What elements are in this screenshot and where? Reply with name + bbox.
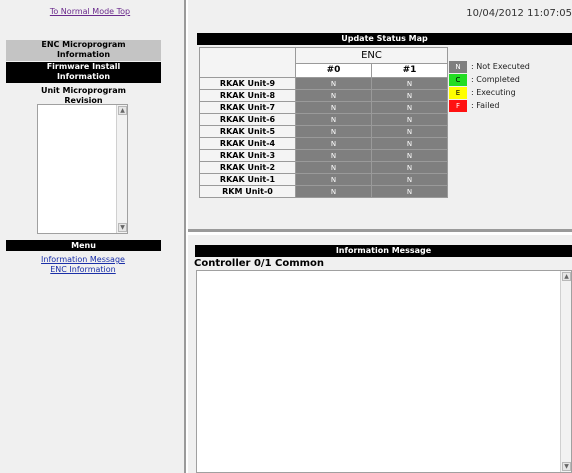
row-label: RKAK Unit-3 xyxy=(199,149,296,162)
information-message-textarea[interactable]: ▲ ▼ xyxy=(196,270,572,473)
legend-item-failed: F : Failed xyxy=(449,100,530,112)
enc-group-header: ENC xyxy=(295,47,448,64)
status-cell[interactable]: N xyxy=(371,77,448,90)
normal-mode-top-link[interactable]: To Normal Mode Top xyxy=(0,7,180,16)
information-message-title: Information Message xyxy=(195,245,572,257)
legend-item-completed: C : Completed xyxy=(449,74,530,86)
row-label: RKAK Unit-8 xyxy=(199,89,296,102)
enc-microprogram-info-button[interactable]: ENC Microprogram Information xyxy=(6,40,161,61)
status-cell[interactable]: N xyxy=(371,137,448,150)
row-label: RKM Unit-0 xyxy=(199,185,296,198)
table-row: RKAK Unit-5 N N xyxy=(199,125,448,138)
table-row: RKAK Unit-6 N N xyxy=(199,113,448,126)
legend-item-executing: E : Executing xyxy=(449,87,530,99)
legend-swatch: N xyxy=(449,61,467,73)
table-row: RKAK Unit-3 N N xyxy=(199,149,448,162)
row-label: RKAK Unit-5 xyxy=(199,125,296,138)
revision-scrollbar[interactable]: ▲ ▼ xyxy=(116,105,127,233)
update-status-table: ENC #0 #1 RKAK Unit-9 N N RKAK Unit-8 N … xyxy=(199,47,448,198)
table-corner xyxy=(199,47,296,78)
legend-item-not-executed: N : Not Executed xyxy=(449,61,530,73)
status-cell[interactable]: N xyxy=(371,149,448,162)
row-label: RKAK Unit-2 xyxy=(199,161,296,174)
enc-micro-label-2: Information xyxy=(56,50,111,59)
scroll-down-icon[interactable]: ▼ xyxy=(562,462,571,471)
table-row: RKM Unit-0 N N xyxy=(199,185,448,198)
legend-label: : Failed xyxy=(471,101,500,110)
legend-label: : Executing xyxy=(471,88,516,97)
menu-heading: Menu xyxy=(6,240,161,251)
controller-label: Controller 0/1 Common xyxy=(194,258,325,269)
status-cell[interactable]: N xyxy=(295,173,372,186)
menu-item-enc-information[interactable]: ENC Information xyxy=(0,265,166,274)
legend-swatch: E xyxy=(449,87,467,99)
legend-label: : Not Executed xyxy=(471,62,530,71)
status-cell[interactable]: N xyxy=(295,161,372,174)
table-row: RKAK Unit-7 N N xyxy=(199,101,448,114)
scroll-down-icon[interactable]: ▼ xyxy=(118,223,127,232)
status-legend: N : Not Executed C : Completed E : Executin… xyxy=(449,61,530,113)
status-cell[interactable]: N xyxy=(295,185,372,198)
firmware-install-info-button[interactable]: Firmware Install Information xyxy=(6,62,161,83)
row-label: RKAK Unit-4 xyxy=(199,137,296,150)
status-cell[interactable]: N xyxy=(295,113,372,126)
timestamp: 10/04/2012 11:07:05 xyxy=(466,8,572,19)
status-cell[interactable]: N xyxy=(371,161,448,174)
unit-micro-label-1: Unit Microprogram xyxy=(40,86,126,95)
scroll-up-icon[interactable]: ▲ xyxy=(118,106,127,115)
table-row: RKAK Unit-9 N N xyxy=(199,77,448,90)
fw-install-label-2: Information xyxy=(56,72,111,81)
status-cell[interactable]: N xyxy=(371,185,448,198)
fw-install-label-1: Firmware Install xyxy=(46,62,121,71)
scroll-up-icon[interactable]: ▲ xyxy=(562,272,571,281)
enc-micro-label-1: ENC Microprogram xyxy=(41,40,126,49)
row-label: RKAK Unit-6 xyxy=(199,113,296,126)
status-cell[interactable]: N xyxy=(295,125,372,138)
legend-label: : Completed xyxy=(471,75,520,84)
update-status-frame: 10/04/2012 11:07:05 Update Status Map EN… xyxy=(188,0,572,232)
legend-swatch: C xyxy=(449,74,467,86)
table-row: RKAK Unit-2 N N xyxy=(199,161,448,174)
row-label: RKAK Unit-7 xyxy=(199,101,296,114)
status-cell[interactable]: N xyxy=(295,89,372,102)
column-header-enc0: #0 xyxy=(295,62,372,79)
status-cell[interactable]: N xyxy=(295,149,372,162)
column-header-enc1: #1 xyxy=(371,62,448,79)
status-cell[interactable]: N xyxy=(295,101,372,114)
status-cell[interactable]: N xyxy=(371,125,448,138)
menu-item-information-message[interactable]: Information Message xyxy=(0,255,166,264)
status-cell[interactable]: N xyxy=(295,137,372,150)
status-cell[interactable]: N xyxy=(371,113,448,126)
information-message-frame: Information Message Controller 0/1 Commo… xyxy=(188,235,572,473)
left-nav-frame: To Normal Mode Top ENC Microprogram Info… xyxy=(0,0,186,473)
update-status-map-title: Update Status Map xyxy=(197,33,572,45)
message-scrollbar[interactable]: ▲ ▼ xyxy=(560,271,571,472)
table-row: RKAK Unit-1 N N xyxy=(199,173,448,186)
status-cell[interactable]: N xyxy=(371,173,448,186)
table-row: RKAK Unit-4 N N xyxy=(199,137,448,150)
row-label: RKAK Unit-1 xyxy=(199,173,296,186)
table-row: RKAK Unit-8 N N xyxy=(199,89,448,102)
status-cell[interactable]: N xyxy=(371,101,448,114)
row-label: RKAK Unit-9 xyxy=(199,77,296,90)
legend-swatch: F xyxy=(449,100,467,112)
status-cell[interactable]: N xyxy=(295,77,372,90)
status-cell[interactable]: N xyxy=(371,89,448,102)
revision-listbox[interactable]: ▲ ▼ xyxy=(37,104,128,234)
